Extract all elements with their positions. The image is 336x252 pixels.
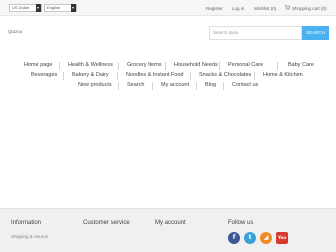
- shopping-cart-link[interactable]: Shopping cart (0): [292, 6, 327, 11]
- store-logo[interactable]: Quizoo: [8, 29, 22, 34]
- nav-item-home[interactable]: Home page: [24, 62, 52, 68]
- nav-item-new-products[interactable]: New products: [78, 82, 112, 88]
- search-button[interactable]: SEARCH: [302, 26, 329, 40]
- nav-item-household-needs[interactable]: Household Needs: [174, 62, 218, 68]
- nav-item-personal-care[interactable]: Personal Care: [228, 62, 263, 68]
- nav-separator: [59, 62, 60, 70]
- youtube-icon[interactable]: You: [276, 232, 288, 244]
- currency-value: US Dollar: [12, 5, 30, 10]
- nav-item-grocery-items[interactable]: Grocery Items: [127, 62, 162, 68]
- chevron-down-icon: [36, 4, 41, 12]
- nav-item-home-kitchen[interactable]: Home & Kitchen: [263, 72, 303, 78]
- main-menu: Home page Health & Wellness Grocery Item…: [8, 56, 328, 94]
- nav-separator: [118, 82, 119, 90]
- register-link[interactable]: Register: [206, 6, 223, 11]
- nav-item-search[interactable]: Search: [127, 82, 144, 88]
- wishlist-link[interactable]: Wishlist (0): [254, 6, 276, 11]
- cart-icon[interactable]: [284, 4, 290, 10]
- language-selector[interactable]: English: [44, 4, 77, 12]
- nav-separator: [254, 72, 255, 80]
- nav-separator: [117, 72, 118, 80]
- footer-my-account-title: My account: [155, 220, 186, 226]
- nav-separator: [223, 82, 224, 90]
- nav-item-contact-us[interactable]: Contact us: [232, 82, 258, 88]
- language-value: English: [47, 5, 61, 10]
- nav-item-my-account[interactable]: My account: [161, 82, 189, 88]
- login-link[interactable]: Log in: [232, 6, 244, 11]
- nav-separator: [277, 62, 278, 70]
- search-input[interactable]: Search store: [209, 26, 302, 40]
- currency-selector[interactable]: US Dollar: [9, 4, 42, 12]
- nav-item-snacks-chocolates[interactable]: Snacks & Chocolates: [199, 72, 251, 78]
- nav-item-baby-care[interactable]: Baby Care: [288, 62, 314, 68]
- shipping-returns-link[interactable]: Shipping & returns: [11, 234, 48, 239]
- nav-separator: [63, 72, 64, 80]
- nav-separator: [152, 82, 153, 90]
- facebook-icon[interactable]: f: [228, 232, 240, 244]
- nav-separator: [196, 82, 197, 90]
- nav-item-bakery-dairy[interactable]: Bakery & Dairy: [72, 72, 109, 78]
- nav-item-health-wellness[interactable]: Health & Wellness: [68, 62, 113, 68]
- nav-separator: [165, 62, 166, 70]
- nav-separator: [219, 62, 220, 70]
- nav-item-noodles-instant-food[interactable]: Noodles & Instant Food: [126, 72, 183, 78]
- header-links-bar: US Dollar English Register Log in Wishli…: [0, 0, 336, 16]
- nav-separator: [118, 62, 119, 70]
- chevron-down-icon: [71, 4, 76, 12]
- footer: Information Customer service My account …: [0, 208, 336, 252]
- nav-item-blog[interactable]: Blog: [205, 82, 216, 88]
- footer-customer-service-title: Customer service: [83, 220, 130, 226]
- footer-information-title: Information: [11, 220, 42, 226]
- rss-icon[interactable]: ◢: [260, 232, 272, 244]
- footer-follow-us-title: Follow us: [228, 220, 254, 226]
- twitter-icon[interactable]: t: [244, 232, 256, 244]
- nav-separator: [190, 72, 191, 80]
- nav-item-beverages[interactable]: Beverages: [31, 72, 57, 78]
